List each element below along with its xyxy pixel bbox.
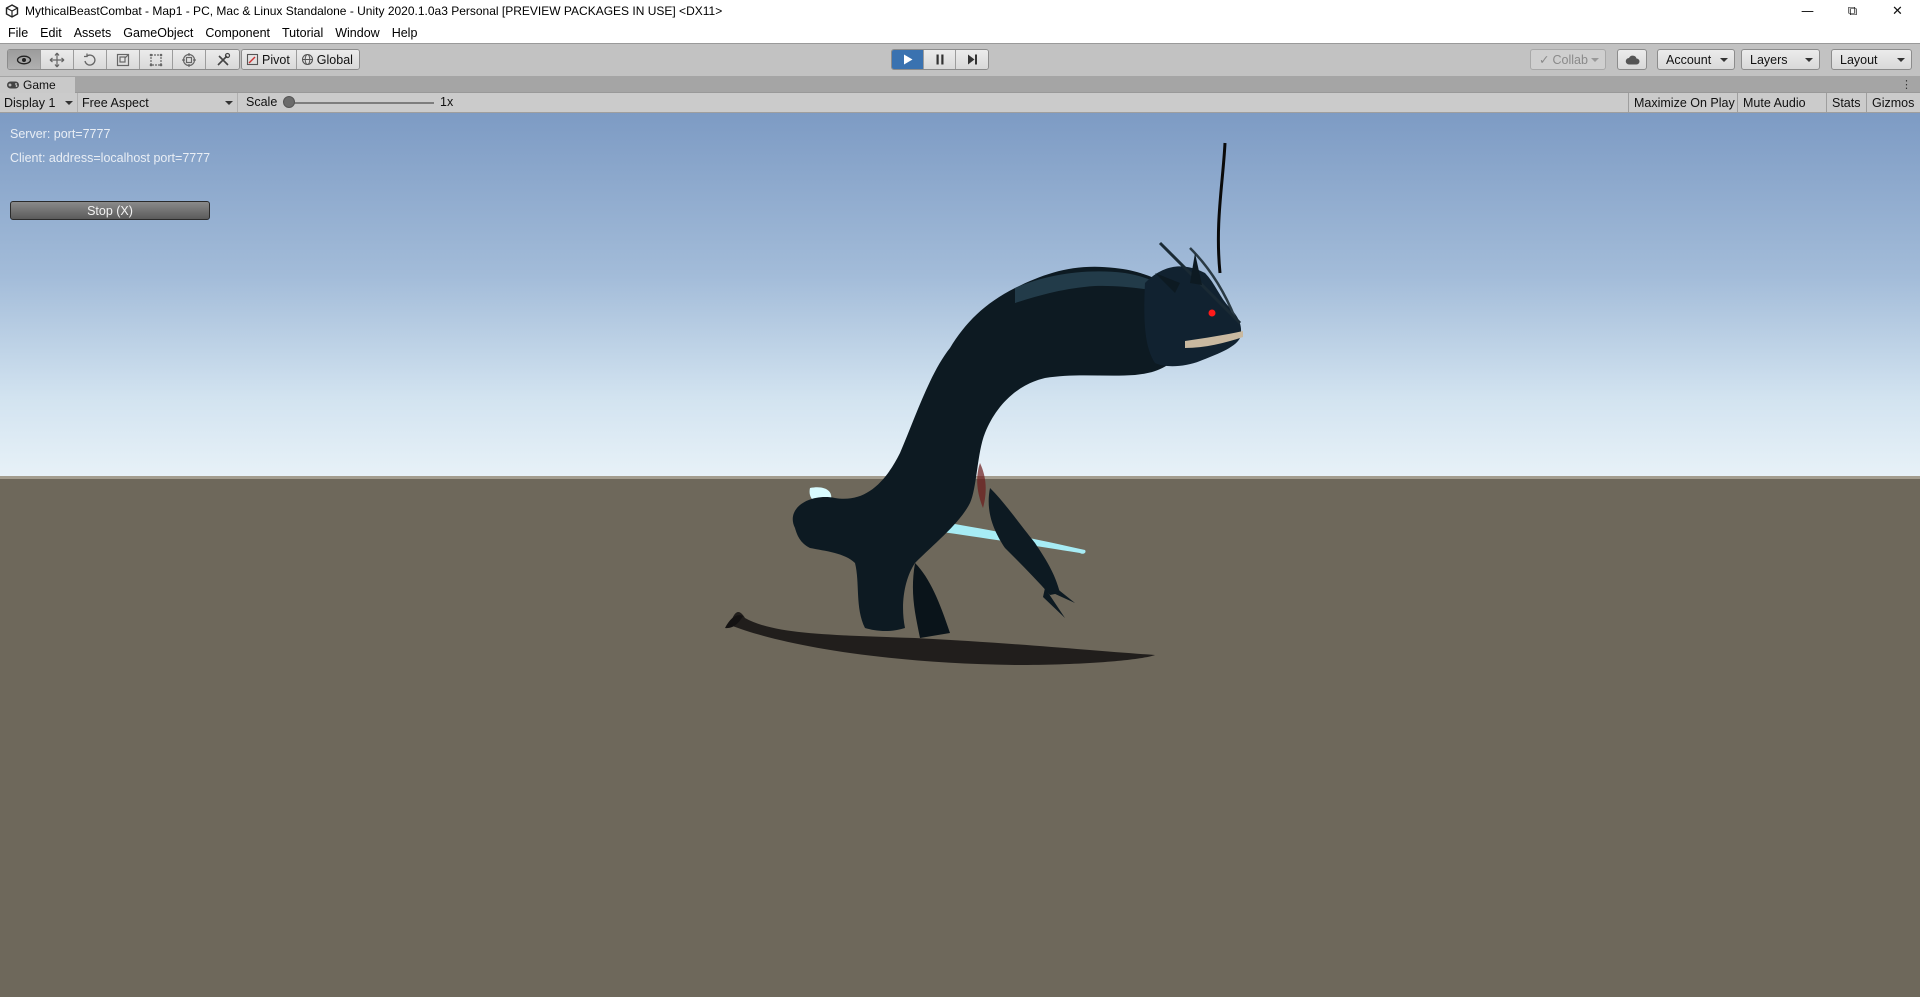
- menu-bar: File Edit Assets GameObject Component Tu…: [0, 22, 1920, 43]
- menu-component[interactable]: Component: [200, 26, 277, 40]
- menu-assets[interactable]: Assets: [69, 26, 119, 40]
- rect-icon: [149, 53, 163, 66]
- view-tool-button[interactable]: [8, 50, 41, 69]
- eye-icon: [16, 55, 32, 64]
- mute-audio-toggle[interactable]: Mute Audio: [1737, 93, 1811, 112]
- menu-tutorial[interactable]: Tutorial: [277, 26, 330, 40]
- close-button[interactable]: ✕: [1875, 0, 1920, 22]
- scale-icon: [116, 53, 130, 66]
- gizmos-dropdown[interactable]: Gizmos: [1866, 93, 1920, 112]
- scale-slider-track[interactable]: [289, 102, 434, 104]
- global-toggle[interactable]: Global: [296, 50, 359, 69]
- kebab-menu-icon[interactable]: ⋮: [1901, 78, 1912, 91]
- pivot-toggle[interactable]: Pivot: [242, 50, 297, 69]
- hud-client-text: Client: address=localhost port=7777: [10, 151, 211, 165]
- play-icon: [903, 54, 912, 65]
- cloud-icon: [1625, 55, 1640, 64]
- cloud-button[interactable]: [1617, 49, 1647, 70]
- chevron-down-icon: [1591, 58, 1599, 62]
- layout-dropdown[interactable]: Layout: [1831, 49, 1912, 70]
- tools-icon: [216, 52, 230, 66]
- collab-label: Collab: [1552, 52, 1588, 67]
- pause-icon: [936, 54, 943, 65]
- check-icon: ✓: [1539, 53, 1550, 67]
- collab-button[interactable]: ✓ Collab: [1530, 49, 1606, 70]
- game-viewport[interactable]: Server: port=7777 Client: address=localh…: [0, 113, 1920, 997]
- mute-audio-label: Mute Audio: [1743, 95, 1806, 110]
- transform-tool-button[interactable]: [173, 50, 206, 69]
- stats-toggle[interactable]: Stats: [1826, 93, 1866, 112]
- layers-dropdown[interactable]: Layers: [1741, 49, 1820, 70]
- transform-tools: [7, 49, 240, 70]
- custom-tool-button[interactable]: [206, 50, 239, 69]
- move-icon: [49, 52, 65, 67]
- global-label: Global: [316, 52, 353, 67]
- aspect-dropdown[interactable]: Free Aspect: [78, 93, 238, 112]
- menu-file[interactable]: File: [3, 26, 35, 40]
- beast-model: [725, 142, 1243, 665]
- window-title: MythicalBeastCombat - Map1 - PC, Mac & L…: [25, 4, 723, 18]
- account-dropdown[interactable]: Account: [1657, 49, 1735, 70]
- panel-tab-bar: Game ⋮: [0, 77, 1920, 93]
- rotate-icon: [84, 53, 96, 66]
- pivot-icon: [246, 53, 259, 66]
- pivot-label: Pivot: [262, 52, 290, 67]
- pause-button[interactable]: [924, 50, 956, 69]
- gizmos-label: Gizmos: [1872, 95, 1915, 110]
- layers-label: Layers: [1750, 52, 1788, 67]
- layout-label: Layout: [1840, 52, 1878, 67]
- tab-game-label: Game: [23, 78, 56, 92]
- chevron-down-icon: [1805, 58, 1813, 62]
- rotate-tool-button[interactable]: [74, 50, 107, 69]
- menu-window[interactable]: Window: [330, 26, 386, 40]
- chevron-down-icon: [65, 101, 73, 105]
- step-button[interactable]: [956, 50, 988, 69]
- hud-server-text: Server: port=7777: [10, 127, 111, 141]
- minimize-button[interactable]: —: [1785, 0, 1830, 22]
- maximize-on-play-label: Maximize On Play: [1634, 95, 1735, 110]
- rect-tool-button[interactable]: [140, 50, 173, 69]
- tab-game[interactable]: Game: [0, 77, 75, 93]
- aspect-label: Free Aspect: [82, 95, 149, 110]
- menu-gameobject[interactable]: GameObject: [118, 26, 200, 40]
- display-dropdown[interactable]: Display 1: [0, 93, 78, 112]
- playback-controls: [891, 49, 989, 70]
- scale-value: 1x: [440, 95, 454, 109]
- globe-icon: [301, 53, 313, 66]
- window-titlebar: MythicalBeastCombat - Map1 - PC, Mac & L…: [0, 0, 1920, 22]
- transform-icon: [182, 52, 196, 67]
- chevron-down-icon: [225, 101, 233, 105]
- stats-label: Stats: [1832, 95, 1861, 110]
- scale-slider-handle[interactable]: [283, 96, 295, 108]
- account-label: Account: [1666, 52, 1712, 67]
- scale-label: Scale: [246, 95, 278, 109]
- chevron-down-icon: [1720, 58, 1728, 62]
- gamepad-icon: [7, 81, 19, 89]
- move-tool-button[interactable]: [41, 50, 74, 69]
- main-toolbar: Pivot Global ✓ Collab Account Layers Lay…: [0, 43, 1920, 77]
- step-icon: [967, 54, 977, 65]
- chevron-down-icon: [1897, 58, 1905, 62]
- menu-edit[interactable]: Edit: [35, 26, 69, 40]
- maximize-on-play-toggle[interactable]: Maximize On Play: [1628, 93, 1740, 112]
- unity-logo-icon: [5, 4, 19, 18]
- stop-button[interactable]: Stop (X): [10, 201, 210, 220]
- display-label: Display 1: [4, 95, 56, 110]
- scale-tool-button[interactable]: [107, 50, 140, 69]
- menu-help[interactable]: Help: [387, 26, 425, 40]
- game-view-controls: Display 1 Free Aspect Scale 1x Maximize …: [0, 93, 1920, 113]
- pivot-global-group: Pivot Global: [241, 49, 360, 70]
- restore-button[interactable]: ⧉: [1830, 0, 1875, 22]
- play-button[interactable]: [892, 50, 924, 69]
